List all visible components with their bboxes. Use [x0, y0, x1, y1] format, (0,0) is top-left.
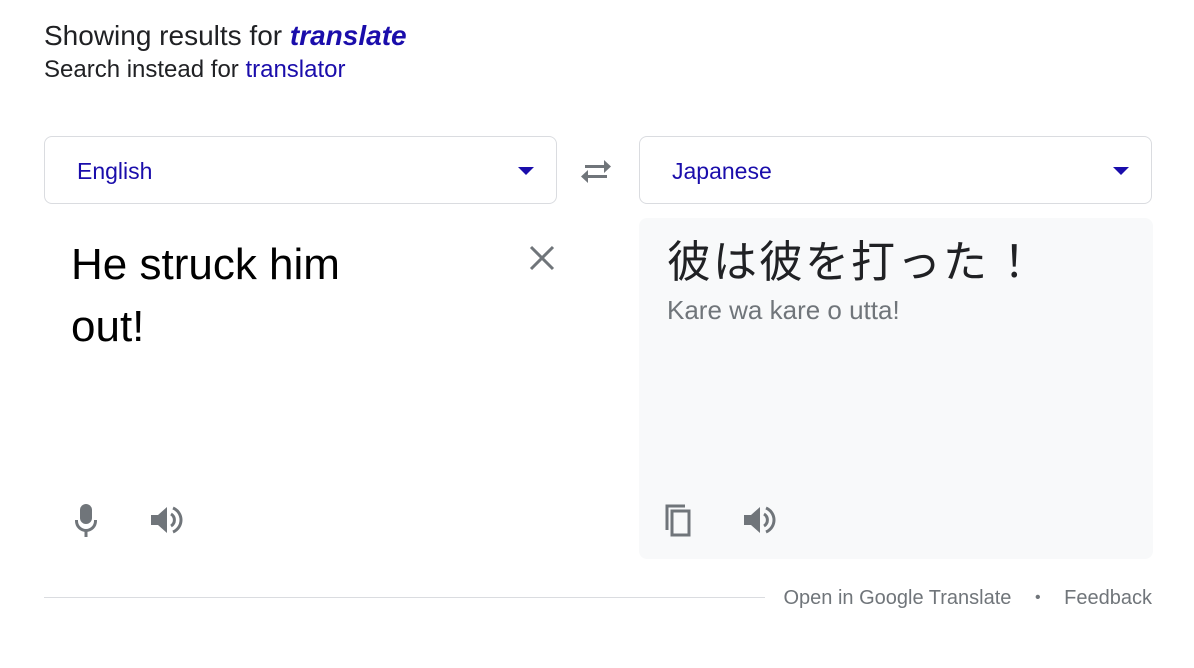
microphone-icon — [75, 504, 97, 537]
footer-divider — [44, 597, 765, 598]
source-language-label: English — [77, 158, 153, 184]
translated-text: 彼は彼を打った ！ — [667, 238, 1050, 287]
search-instead-line: Search instead for translator — [44, 55, 407, 85]
search-instead-prefix: Search instead for — [44, 56, 239, 83]
footer-separator: • — [1034, 589, 1041, 606]
open-in-google-translate-link[interactable]: Open in Google Translate — [784, 587, 1012, 609]
translation-output-area: 彼は彼を打った ！ Kare wa kare o utta! — [639, 218, 1153, 559]
caret-down-icon — [1113, 167, 1129, 175]
feedback-link[interactable]: Feedback — [1064, 587, 1152, 609]
caret-down-icon — [518, 167, 534, 175]
close-icon — [529, 245, 555, 271]
source-language-select[interactable]: English — [44, 136, 557, 204]
voice-input-button[interactable] — [66, 500, 106, 540]
swap-arrows-icon — [581, 160, 611, 183]
swap-languages-button[interactable] — [576, 152, 616, 192]
corrected-query-link[interactable]: translate — [290, 20, 407, 51]
listen-source-button[interactable] — [146, 500, 186, 540]
target-language-label: Japanese — [672, 158, 772, 184]
translate-widget-page: Showing results for translate Search ins… — [0, 0, 1194, 668]
speaker-icon — [151, 506, 183, 534]
showing-results-prefix: Showing results for — [44, 20, 283, 51]
romanization-text: Kare wa kare o utta! — [667, 295, 900, 325]
footer-links: Open in Google Translate • Feedback — [784, 586, 1153, 610]
showing-results-line: Showing results for translate — [44, 18, 407, 54]
source-text-area[interactable]: He struck him out! — [44, 218, 557, 558]
source-text[interactable]: He struck him out! — [71, 234, 411, 358]
target-language-select[interactable]: Japanese — [639, 136, 1152, 204]
listen-translation-button[interactable] — [739, 500, 779, 540]
original-query-link[interactable]: translator — [245, 56, 345, 83]
speaker-icon — [744, 506, 776, 534]
clear-text-button[interactable] — [526, 242, 558, 274]
spelling-correction: Showing results for translate Search ins… — [44, 18, 407, 85]
copy-translation-button[interactable] — [659, 500, 699, 540]
copy-icon — [665, 504, 691, 537]
